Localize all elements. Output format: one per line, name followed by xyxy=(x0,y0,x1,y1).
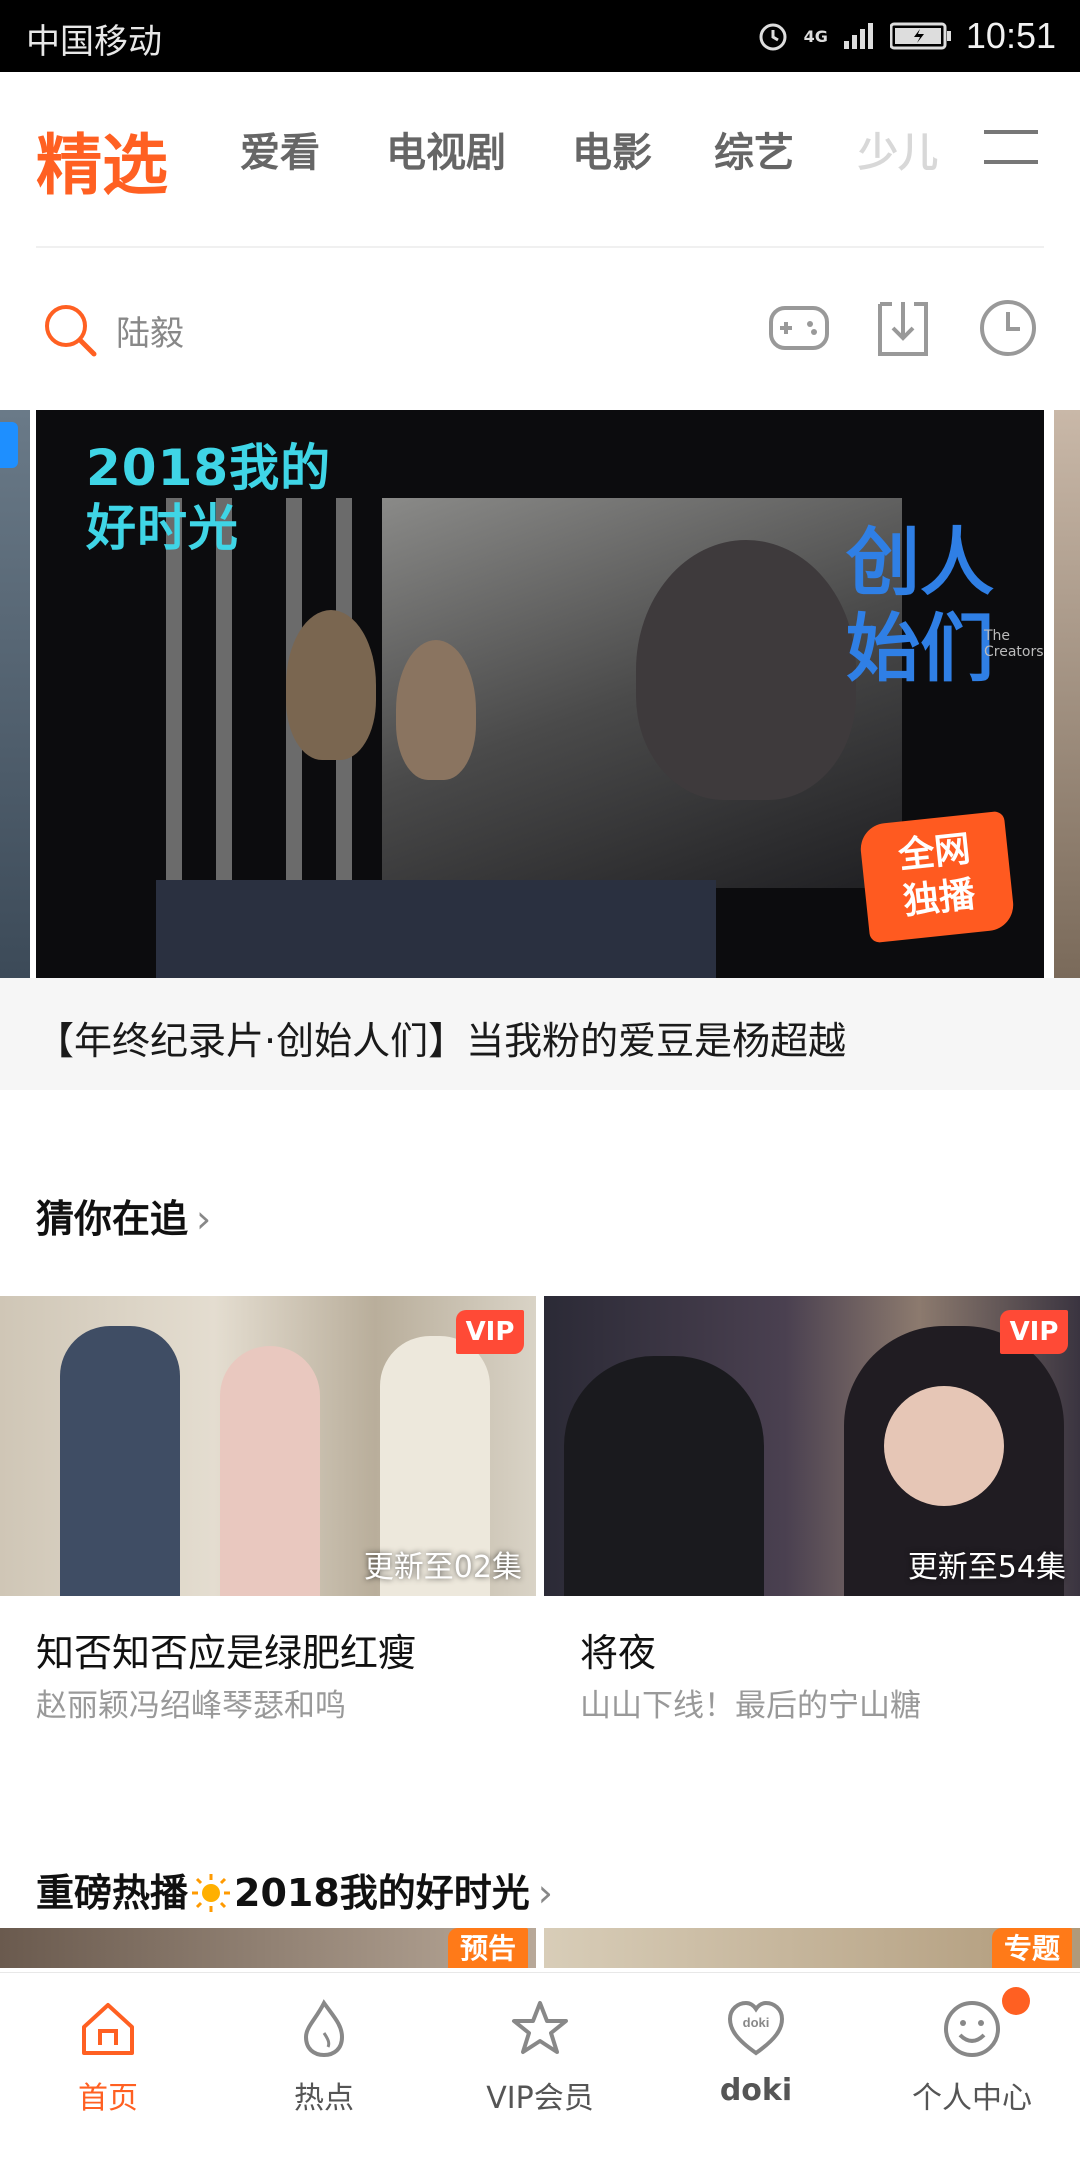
menu-icon[interactable] xyxy=(984,130,1038,164)
clock: 10:51 xyxy=(965,15,1056,56)
vip-star-icon xyxy=(512,2001,568,2054)
exclusive-badge: 全网 独播 xyxy=(858,810,1016,944)
svg-text:doki: doki xyxy=(743,2015,770,2030)
chevron-right-icon: › xyxy=(196,1197,212,1241)
banner-slide[interactable]: 2018我的 好时光 创人始们 The Creators 全网 独播 xyxy=(36,410,1044,978)
tab-kids[interactable]: 少儿 xyxy=(858,120,938,178)
nav-vip[interactable]: VIP会员 xyxy=(432,1973,648,2160)
flame-icon xyxy=(303,1999,345,2058)
nav-doki[interactable]: doki doki xyxy=(648,1973,864,2160)
sun-icon xyxy=(192,1874,231,1912)
banner-show-subtitle: The Creators xyxy=(984,628,1044,660)
tab-tv-series[interactable]: 电视剧 xyxy=(386,120,506,178)
status-bar: 中国移动 4G 10:51 xyxy=(0,0,1080,72)
banner-prev-peek[interactable] xyxy=(0,410,30,978)
nav-hot[interactable]: 热点 xyxy=(216,1973,432,2160)
banner-logo: 2018我的 好时光 xyxy=(86,439,332,557)
section-hot-title[interactable]: 重磅热播 2018我的好时光 › xyxy=(36,1862,553,1917)
tab-variety[interactable]: 综艺 xyxy=(714,120,794,178)
tab-featured[interactable]: 精选 xyxy=(36,112,168,208)
video-thumbnail: 专题 xyxy=(544,1928,1080,1968)
nav-home[interactable]: 首页 xyxy=(0,1973,216,2160)
doki-heart-icon: doki xyxy=(727,2000,785,2056)
notification-dot xyxy=(1002,1987,1030,2015)
video-thumbnail: VIP 更新至02集 xyxy=(0,1296,536,1596)
nav-profile[interactable]: 个人中心 xyxy=(864,1973,1080,2160)
tab-divider xyxy=(36,246,1044,248)
download-icon[interactable] xyxy=(876,298,930,358)
preview-tag: 预告 xyxy=(447,1928,528,1968)
tab-movies[interactable]: 电影 xyxy=(572,120,652,178)
episode-update: 更新至54集 xyxy=(907,1550,1066,1585)
smiley-icon xyxy=(944,2001,1000,2057)
video-title: 将夜 xyxy=(580,1631,657,1675)
video-title: 知否知否应是绿肥红瘦 xyxy=(36,1631,417,1675)
search-bar: 陆毅 xyxy=(0,260,1080,396)
search-input[interactable]: 陆毅 xyxy=(116,306,184,355)
bottom-navigation: 首页 热点 VIP会员 doki doki 个人中心 xyxy=(0,1972,1080,2160)
topic-tag: 专题 xyxy=(991,1928,1072,1968)
category-tabs: 精选 爱看 电视剧 电影 综艺 少儿 xyxy=(0,72,1080,248)
tab-love-watch[interactable]: 爱看 xyxy=(240,120,320,178)
network-type: 4G xyxy=(803,26,828,46)
video-card[interactable]: VIP 更新至54集 将夜 山山下线！最后的宁山糖 xyxy=(544,1296,1080,1736)
home-icon xyxy=(82,2003,134,2055)
gamepad-icon[interactable] xyxy=(768,298,830,356)
video-subtitle: 山山下线！最后的宁山糖 xyxy=(580,1688,921,1724)
history-icon[interactable] xyxy=(978,298,1038,358)
battery-icon xyxy=(889,22,951,50)
carrier-name: 中国移动 xyxy=(26,22,162,62)
video-thumbnail: 预告 xyxy=(0,1928,536,1968)
video-subtitle: 赵丽颖冯绍峰琴瑟和鸣 xyxy=(36,1688,346,1724)
video-card[interactable]: VIP 更新至02集 知否知否应是绿肥红瘦 赵丽颖冯绍峰琴瑟和鸣 xyxy=(0,1296,536,1736)
vip-badge: VIP xyxy=(456,1310,524,1354)
signal-icon xyxy=(843,23,873,49)
vip-badge: VIP xyxy=(1000,1310,1068,1354)
search-icon[interactable] xyxy=(42,302,98,358)
banner-carousel[interactable]: 2018我的 好时光 创人始们 The Creators 全网 独播 【年终纪录… xyxy=(0,410,1080,1090)
video-thumbnail: VIP 更新至54集 xyxy=(544,1296,1080,1596)
banner-next-peek[interactable] xyxy=(1054,410,1080,978)
banner-caption[interactable]: 【年终纪录片·创始人们】当我粉的爱豆是杨超越 xyxy=(0,978,1080,1090)
alarm-icon xyxy=(759,23,787,51)
episode-update: 更新至02集 xyxy=(363,1550,522,1585)
chevron-right-icon: › xyxy=(537,1871,553,1915)
banner-show-title: 创人始们 xyxy=(846,520,994,692)
section-continue-watching-title[interactable]: 猜你在追 › xyxy=(36,1188,211,1243)
status-icons: 4G 10:51 xyxy=(756,12,1056,60)
